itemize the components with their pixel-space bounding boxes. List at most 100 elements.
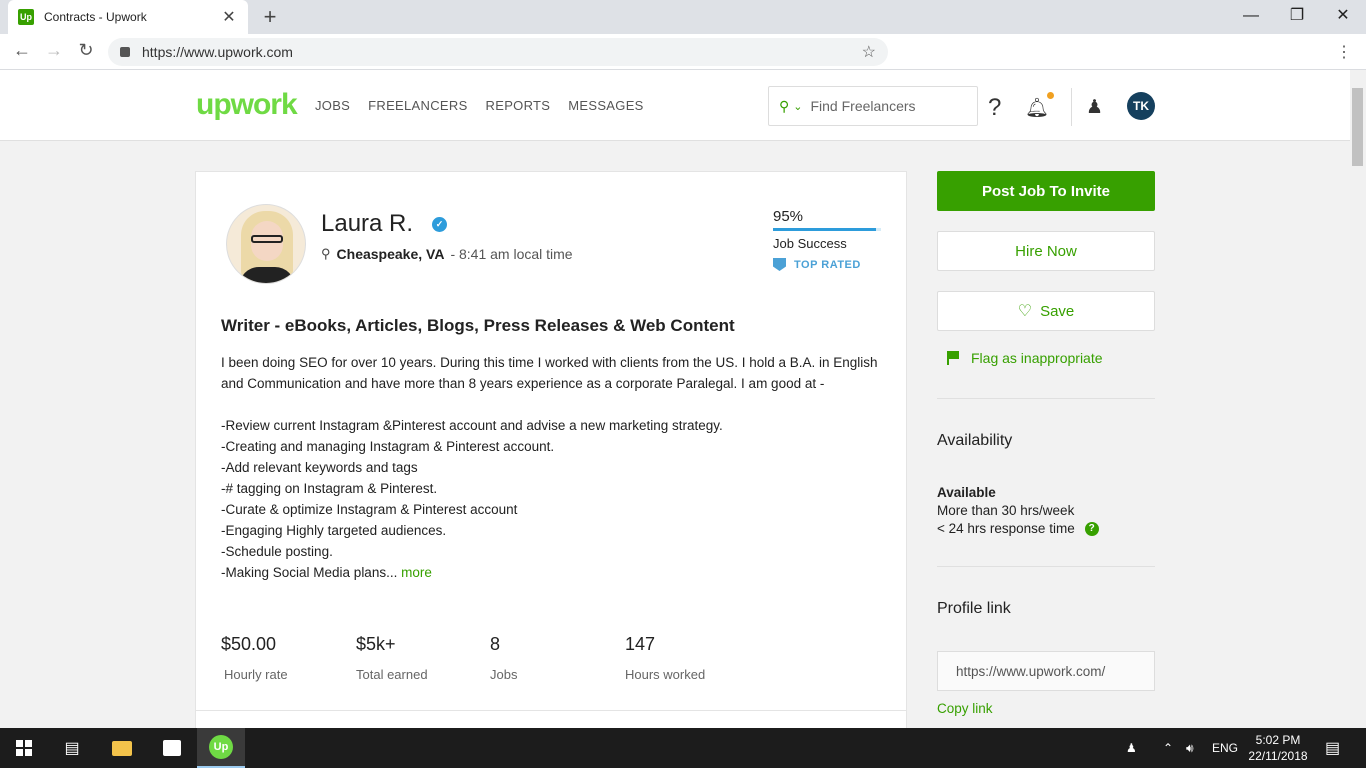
- windows-taskbar: ▤ Up ♟ ⌃ 🔊︎ ENG 5:02 PM 22/11/2018 ▤: [0, 728, 1366, 768]
- stat-hourly-rate: $50.00 Hourly rate: [221, 634, 356, 682]
- more-link[interactable]: more: [401, 565, 432, 580]
- logo-text: upwork: [196, 88, 298, 121]
- restore-icon[interactable]: ❐: [1274, 4, 1320, 28]
- stat-value: $5k+: [356, 634, 396, 654]
- browser-menu-icon[interactable]: ⋮: [1336, 42, 1352, 62]
- page-scrollbar[interactable]: [1350, 70, 1366, 728]
- location-line: ⚲ Cheaspeake, VA - 8:41 am local time: [321, 246, 573, 262]
- availability-details: Available More than 30 hrs/week < 24 hrs…: [937, 484, 1099, 538]
- search-placeholder: Find Freelancers: [810, 98, 916, 114]
- stat-value: $50.00: [221, 634, 277, 654]
- location-pin-icon: ⚲: [321, 246, 331, 261]
- notification-bell-icon[interactable]: 🔔︎: [1025, 96, 1049, 120]
- save-label: Save: [1040, 302, 1075, 320]
- forward-icon[interactable]: →: [42, 40, 66, 61]
- add-user-icon[interactable]: ♟: [1086, 96, 1103, 119]
- nav-reports[interactable]: REPORTS: [486, 98, 551, 113]
- profile-card: Laura R. ✓ ⚲ Cheaspeake, VA - 8:41 am lo…: [195, 171, 907, 731]
- start-button[interactable]: [0, 728, 48, 768]
- upwork-app-icon[interactable]: Up: [197, 728, 245, 768]
- description-bullet: -Curate & optimize Instagram & Pinterest…: [221, 502, 518, 517]
- volume-icon[interactable]: 🔊︎: [1186, 728, 1194, 768]
- heart-icon: ♡: [1017, 303, 1033, 320]
- job-success-bar: [773, 228, 881, 231]
- address-bar[interactable]: https://www.upwork.com ☆: [108, 38, 888, 66]
- chevron-down-icon[interactable]: ⌄: [793, 100, 802, 113]
- save-button[interactable]: ♡ Save: [937, 291, 1155, 331]
- new-tab-icon[interactable]: +: [258, 4, 282, 30]
- stat-value: 147: [625, 634, 656, 654]
- description-bullet: -Creating and managing Instagram & Pinte…: [221, 439, 555, 454]
- flag-label: Flag as inappropriate: [971, 350, 1103, 366]
- nav-freelancers[interactable]: FREELANCERS: [368, 98, 467, 113]
- task-view-icon[interactable]: ▤: [48, 728, 96, 768]
- description-bullet: -Review current Instagram &Pinterest acc…: [221, 418, 723, 433]
- availability-heading: Availability: [937, 432, 1013, 449]
- sidebar-divider: [937, 566, 1155, 567]
- card-divider: [196, 710, 906, 711]
- window-close-icon[interactable]: ✕: [1320, 4, 1366, 28]
- tab-title: Contracts - Upwork: [44, 10, 147, 24]
- response-time-row: < 24 hrs response time?: [937, 520, 1099, 538]
- browser-tab-strip: Up Contracts - Upwork ✕ + — ❐ ✕: [0, 0, 1366, 34]
- tray-chevron-up-icon[interactable]: ⌃: [1163, 728, 1173, 768]
- freelancer-name: Laura R.: [321, 210, 414, 237]
- flag-inappropriate-link[interactable]: Flag as inappropriate: [947, 350, 1103, 366]
- flag-icon: [947, 351, 959, 365]
- profile-link-field[interactable]: https://www.upwork.com/: [937, 651, 1155, 691]
- profile-description: I been doing SEO for over 10 years. Duri…: [221, 352, 881, 583]
- top-rated-badge-icon: [773, 258, 786, 271]
- stat-hours-worked: 147 Hours worked: [625, 634, 760, 682]
- reload-icon[interactable]: ↻: [74, 40, 98, 61]
- browser-tab[interactable]: Up Contracts - Upwork ✕: [8, 0, 248, 34]
- back-icon[interactable]: ←: [10, 40, 34, 61]
- action-center-icon[interactable]: ▤: [1325, 728, 1340, 768]
- main-nav: JOBS FREELANCERS REPORTS MESSAGES: [315, 98, 644, 113]
- copy-link-button[interactable]: Copy link: [937, 701, 993, 716]
- clock-date: 22/11/2018: [1248, 749, 1308, 763]
- description-intro: I been doing SEO for over 10 years. Duri…: [221, 355, 878, 391]
- stat-value: 8: [490, 634, 501, 654]
- people-icon[interactable]: ♟: [1126, 728, 1137, 768]
- job-success-fill: [773, 228, 876, 231]
- available-status: Available: [937, 485, 996, 500]
- search-input[interactable]: ⚲ ⌄ Find Freelancers: [768, 86, 978, 126]
- upwork-favicon-icon: Up: [18, 9, 34, 25]
- store-icon[interactable]: [148, 728, 196, 768]
- scrollbar-thumb[interactable]: [1352, 88, 1363, 166]
- help-question-icon[interactable]: ?: [1084, 522, 1099, 537]
- location-text: Cheaspeake, VA: [336, 246, 445, 262]
- stat-label: Jobs: [490, 667, 518, 682]
- description-bullet: -Schedule posting.: [221, 544, 333, 559]
- lock-icon: [120, 47, 130, 57]
- profile-link-heading: Profile link: [937, 600, 1011, 617]
- top-rated-text: TOP RATED: [794, 258, 861, 271]
- user-avatar[interactable]: TK: [1127, 92, 1155, 120]
- stat-label: Hourly rate: [224, 667, 288, 682]
- clock-time: 5:02 PM: [1255, 733, 1301, 747]
- browser-toolbar: ← → ↻ https://www.upwork.com ☆ ⋮: [0, 34, 1366, 70]
- stat-label: Total earned: [356, 667, 428, 682]
- nav-messages[interactable]: MESSAGES: [568, 98, 643, 113]
- tab-close-icon[interactable]: ✕: [220, 7, 238, 27]
- bookmark-star-icon[interactable]: ☆: [862, 42, 876, 62]
- nav-jobs[interactable]: JOBS: [315, 98, 350, 113]
- upwork-header: upwork JOBS FREELANCERS REPORTS MESSAGES…: [0, 70, 1350, 141]
- job-success-label: Job Success: [773, 236, 847, 251]
- hire-now-button[interactable]: Hire Now: [937, 231, 1155, 271]
- response-time: < 24 hrs response time: [937, 521, 1075, 536]
- hire-now-label: Hire Now: [1015, 242, 1077, 260]
- file-explorer-icon[interactable]: [98, 728, 146, 768]
- minimize-icon[interactable]: —: [1228, 4, 1274, 28]
- system-clock[interactable]: 5:02 PM 22/11/2018: [1240, 732, 1316, 764]
- profile-photo: [226, 204, 306, 284]
- language-indicator[interactable]: ENG: [1212, 728, 1238, 768]
- help-icon[interactable]: ?: [988, 94, 1001, 122]
- profile-title: Writer - eBooks, Articles, Blogs, Press …: [221, 316, 735, 335]
- post-job-to-invite-button[interactable]: Post Job To Invite: [937, 171, 1155, 211]
- description-bullet: -# tagging on Instagram & Pinterest.: [221, 481, 438, 496]
- notification-dot: [1047, 92, 1054, 99]
- upwork-logo[interactable]: upwork: [196, 88, 298, 122]
- last-bullet-text: -Making Social Media plans...: [221, 565, 398, 580]
- verified-check-icon: ✓: [432, 217, 447, 232]
